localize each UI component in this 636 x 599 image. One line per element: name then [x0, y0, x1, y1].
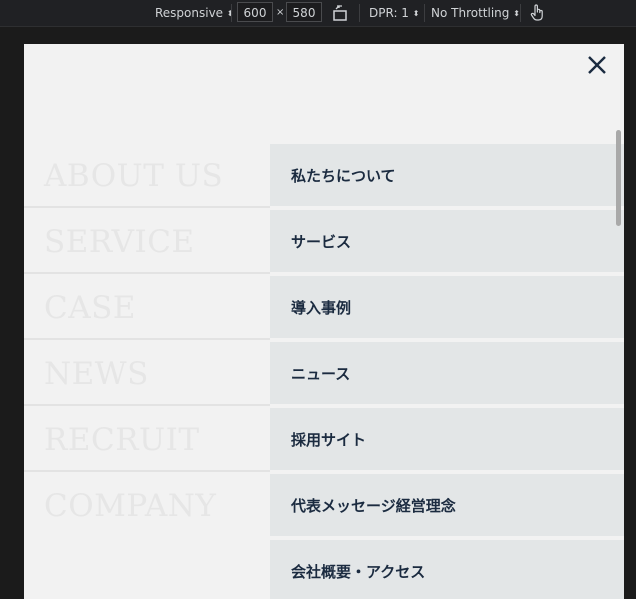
device-select[interactable]: Responsive ⬍	[155, 0, 234, 26]
scrollbar-thumb[interactable]	[616, 130, 621, 226]
dimension-separator: ×	[276, 7, 285, 18]
nav-jp-label: 私たちについて	[291, 167, 396, 185]
nav-link-about[interactable]: 私たちについて	[270, 144, 624, 208]
nav-link-company-overview[interactable]: 会社概要・アクセス	[270, 540, 624, 599]
nav-en-label: RECRUIT	[44, 422, 200, 458]
nav-item-service: SERVICE サービス	[24, 210, 624, 274]
nav-jp-label: 会社概要・アクセス	[291, 563, 426, 581]
nav-jp-label: ニュース	[291, 365, 351, 383]
devtools-device-toolbar: Responsive ⬍ 600 × 580 DPR: 1 ⬍ No Throt…	[0, 0, 636, 27]
nav-item-about: ABOUT US 私たちについて	[24, 144, 624, 208]
nav-item-recruit: RECRUIT 採用サイト	[24, 408, 624, 472]
rotate-icon[interactable]	[331, 3, 349, 23]
width-input[interactable]: 600	[237, 2, 273, 22]
nav-en-cell: NEWS	[24, 342, 270, 406]
nav-en-cell: SERVICE	[24, 210, 270, 274]
nav-link-message[interactable]: 代表メッセージ経営理念	[270, 474, 624, 538]
nav-en-cell: CASE	[24, 276, 270, 340]
nav-link-recruit[interactable]: 採用サイト	[270, 408, 624, 472]
nav-en-label: NEWS	[44, 356, 149, 392]
select-arrows-icon: ⬍	[412, 9, 420, 18]
nav-link-service[interactable]: サービス	[270, 210, 624, 274]
toolbar-divider	[231, 4, 232, 22]
throttling-select[interactable]: No Throttling ⬍	[431, 0, 520, 26]
toolbar-divider	[424, 4, 425, 22]
toolbar-divider	[359, 4, 360, 22]
throttling-select-label: No Throttling	[431, 6, 510, 20]
touch-hand-icon[interactable]	[529, 3, 545, 23]
nav-item-case: CASE 導入事例	[24, 276, 624, 340]
dpr-select-label: DPR: 1	[369, 6, 409, 20]
nav-en-label: ABOUT US	[44, 158, 224, 194]
dpr-select[interactable]: DPR: 1 ⬍	[369, 0, 419, 26]
nav-jp-label: 導入事例	[291, 299, 352, 317]
nav-item-news: NEWS ニュース	[24, 342, 624, 406]
nav-link-case[interactable]: 導入事例	[270, 276, 624, 340]
toolbar-divider	[520, 4, 521, 22]
nav-item-company-overview: 会社概要・アクセス	[24, 540, 624, 599]
height-input[interactable]: 580	[286, 2, 322, 22]
select-arrows-icon: ⬍	[513, 9, 520, 18]
device-select-label: Responsive	[155, 6, 224, 20]
nav-en-label: CASE	[44, 290, 136, 326]
nav-jp-label: 採用サイト	[291, 431, 367, 449]
nav-en-label: SERVICE	[44, 224, 195, 260]
nav-en-cell: COMPANY	[24, 474, 270, 538]
nav-en-cell: RECRUIT	[24, 408, 270, 472]
nav-en-cell: ABOUT US	[24, 144, 270, 208]
nav-jp-label: 代表メッセージ経営理念	[291, 497, 456, 515]
nav-item-company: COMPANY 代表メッセージ経営理念	[24, 474, 624, 538]
nav-jp-label: サービス	[291, 233, 352, 251]
nav-link-news[interactable]: ニュース	[270, 342, 624, 406]
close-icon[interactable]	[584, 52, 610, 78]
page-viewport: ABOUT US 私たちについて SERVICE サービス CASE 導入事例	[24, 44, 624, 599]
nav-en-label: COMPANY	[44, 488, 217, 524]
